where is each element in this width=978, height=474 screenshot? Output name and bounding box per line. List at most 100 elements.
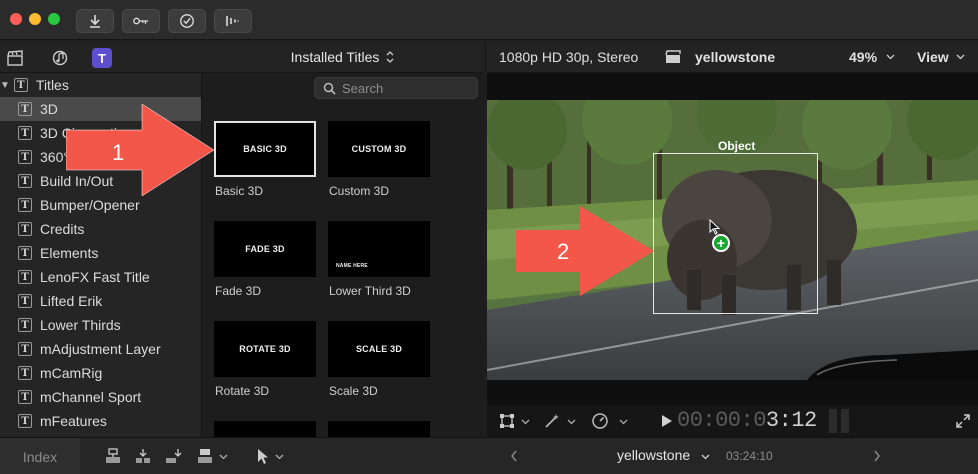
music-photos-tab[interactable]: [50, 48, 70, 68]
project-name-menu[interactable]: yellowstone: [617, 447, 690, 463]
sidebar-item-label: mChannel Sport: [40, 389, 142, 405]
sidebar-item-label: Elements: [40, 245, 99, 261]
sidebar-item-label: Bumper/Opener: [40, 197, 140, 213]
search-icon: [323, 82, 336, 95]
transform-icon[interactable]: [499, 413, 515, 429]
browser-header[interactable]: Installed Titles: [202, 41, 484, 73]
sidebar-item[interactable]: TmChannel Sport: [0, 385, 201, 409]
overwrite-clip-icon[interactable]: [196, 447, 214, 465]
object-tracker-box[interactable]: [653, 153, 818, 314]
play-icon[interactable]: [661, 414, 673, 428]
title-label: Rotate 3D: [215, 384, 270, 398]
sidebar-item[interactable]: T Lower Thirds: [0, 313, 201, 337]
title-label: Lower Third 3D: [329, 284, 411, 298]
keywords-button[interactable]: [122, 9, 160, 33]
sidebar-item[interactable]: T Lifted Erik: [0, 289, 201, 313]
background-tasks-button[interactable]: [214, 9, 252, 33]
chevron-down-icon[interactable]: [567, 419, 576, 425]
magic-wand-icon[interactable]: [543, 412, 561, 430]
insert-clip-icon[interactable]: [134, 447, 152, 465]
titles-browser: BASIC 3D Basic 3D CUSTOM 3D Custom 3D FA…: [202, 73, 484, 437]
title-thumbnail[interactable]: CUSTOM 3D: [328, 121, 430, 177]
chevron-left-icon[interactable]: [510, 449, 518, 463]
sidebar-item[interactable]: T Credits: [0, 217, 201, 241]
search-field[interactable]: [314, 77, 478, 99]
annotation-arrow-1: [66, 104, 215, 196]
connect-clip-icon[interactable]: [104, 447, 122, 465]
key-icon: [133, 17, 149, 25]
checkmark-circle-icon: [180, 14, 194, 28]
sidebar-item[interactable]: TmAdjustment Layer: [0, 337, 201, 361]
title-thumbnail[interactable]: ROTATE 3D: [214, 321, 316, 377]
sidebar-item[interactable]: T LenoFX Fast Title: [0, 265, 201, 289]
chevron-down-icon: [956, 54, 965, 60]
timecode-bright: 3:12: [765, 408, 817, 433]
search-input[interactable]: [342, 80, 462, 96]
title-category-icon: T: [18, 342, 32, 356]
analyze-button[interactable]: [168, 9, 206, 33]
title-thumbnail[interactable]: FADE 3D: [214, 221, 316, 277]
mouse-cursor-icon: [709, 219, 721, 235]
viewer-format: 1080p HD 30p, Stereo: [499, 48, 639, 65]
zoom-menu[interactable]: 49%: [849, 49, 877, 65]
disclosure-triangle-icon[interactable]: ▼: [0, 80, 10, 91]
close-window-button[interactable]: [10, 13, 22, 25]
viewer-header: 1080p HD 30p, Stereo yellowstone 49% Vie…: [487, 41, 978, 73]
chevron-down-icon[interactable]: [219, 454, 228, 460]
chevron-down-icon[interactable]: [275, 454, 284, 460]
viewer-clip-name: yellowstone: [695, 48, 776, 65]
timecode-dim: 00:00:0: [677, 408, 766, 433]
title-category-icon: T: [18, 246, 32, 260]
speedometer-icon[interactable]: [591, 412, 609, 430]
title-thumbnail[interactable]: [328, 421, 430, 437]
chevron-down-icon[interactable]: [619, 419, 628, 425]
title-category-icon: T: [18, 150, 32, 164]
minimize-window-button[interactable]: [29, 13, 41, 25]
sidebar-item[interactable]: TmCamRig: [0, 361, 201, 385]
titles-generators-tab[interactable]: T: [92, 48, 112, 68]
zoom-window-button[interactable]: [48, 13, 60, 25]
photos-videos-audio-tab[interactable]: [5, 48, 25, 68]
sidebar-item[interactable]: T Bumper/Opener: [0, 193, 201, 217]
background-tasks-icon: [226, 16, 239, 26]
title-label: Scale 3D: [329, 384, 378, 398]
sidebar-root-titles[interactable]: ▼ T Titles: [0, 73, 201, 97]
sidebar-item-label: mAdjustment Layer: [40, 341, 161, 357]
project-duration: 03:24:10: [726, 449, 773, 463]
title-thumbnail[interactable]: [214, 421, 316, 437]
title-label: Custom 3D: [329, 184, 390, 198]
index-button[interactable]: Index: [0, 438, 80, 474]
title-category-icon: T: [18, 270, 32, 284]
append-clip-icon[interactable]: [164, 447, 182, 465]
clapboard-icon: [665, 50, 681, 63]
audio-meter-right: [841, 409, 849, 433]
import-button[interactable]: [76, 9, 114, 33]
chevron-down-icon[interactable]: [521, 419, 530, 425]
title-category-icon: T: [13, 78, 28, 92]
title-thumbnail[interactable]: BASIC 3D: [214, 121, 316, 177]
title-category-icon: T: [18, 366, 32, 380]
clapboard-icon: [7, 50, 23, 66]
annotation-arrow-2: [516, 206, 654, 296]
title-thumbnail[interactable]: NAME HERE: [328, 221, 430, 277]
viewer-controls: 00:00:03:12: [487, 405, 978, 437]
title-category-icon: T: [18, 198, 32, 212]
chevron-down-icon: [886, 54, 895, 60]
sidebar-item[interactable]: T Elements: [0, 241, 201, 265]
sidebar-item-label: Lifted Erik: [40, 293, 103, 309]
window-toolbar: [0, 0, 978, 40]
chevron-down-icon[interactable]: [701, 454, 710, 460]
fullscreen-icon[interactable]: [955, 413, 971, 429]
sidebar-item[interactable]: TmFeatures: [0, 409, 201, 433]
library-tabs: T: [0, 41, 202, 73]
sidebar-item-label: Lower Thirds: [40, 317, 121, 333]
annotation-number-2: 2: [557, 239, 570, 264]
add-tracker-icon[interactable]: +: [712, 234, 730, 252]
title-category-icon: T: [18, 174, 32, 188]
select-tool-icon[interactable]: [256, 447, 270, 465]
chevron-right-icon[interactable]: [873, 449, 881, 463]
title-category-icon: T: [18, 102, 32, 116]
title-thumbnail[interactable]: SCALE 3D: [328, 321, 430, 377]
view-menu[interactable]: View: [917, 49, 949, 65]
browser-title[interactable]: Installed Titles: [291, 49, 380, 65]
